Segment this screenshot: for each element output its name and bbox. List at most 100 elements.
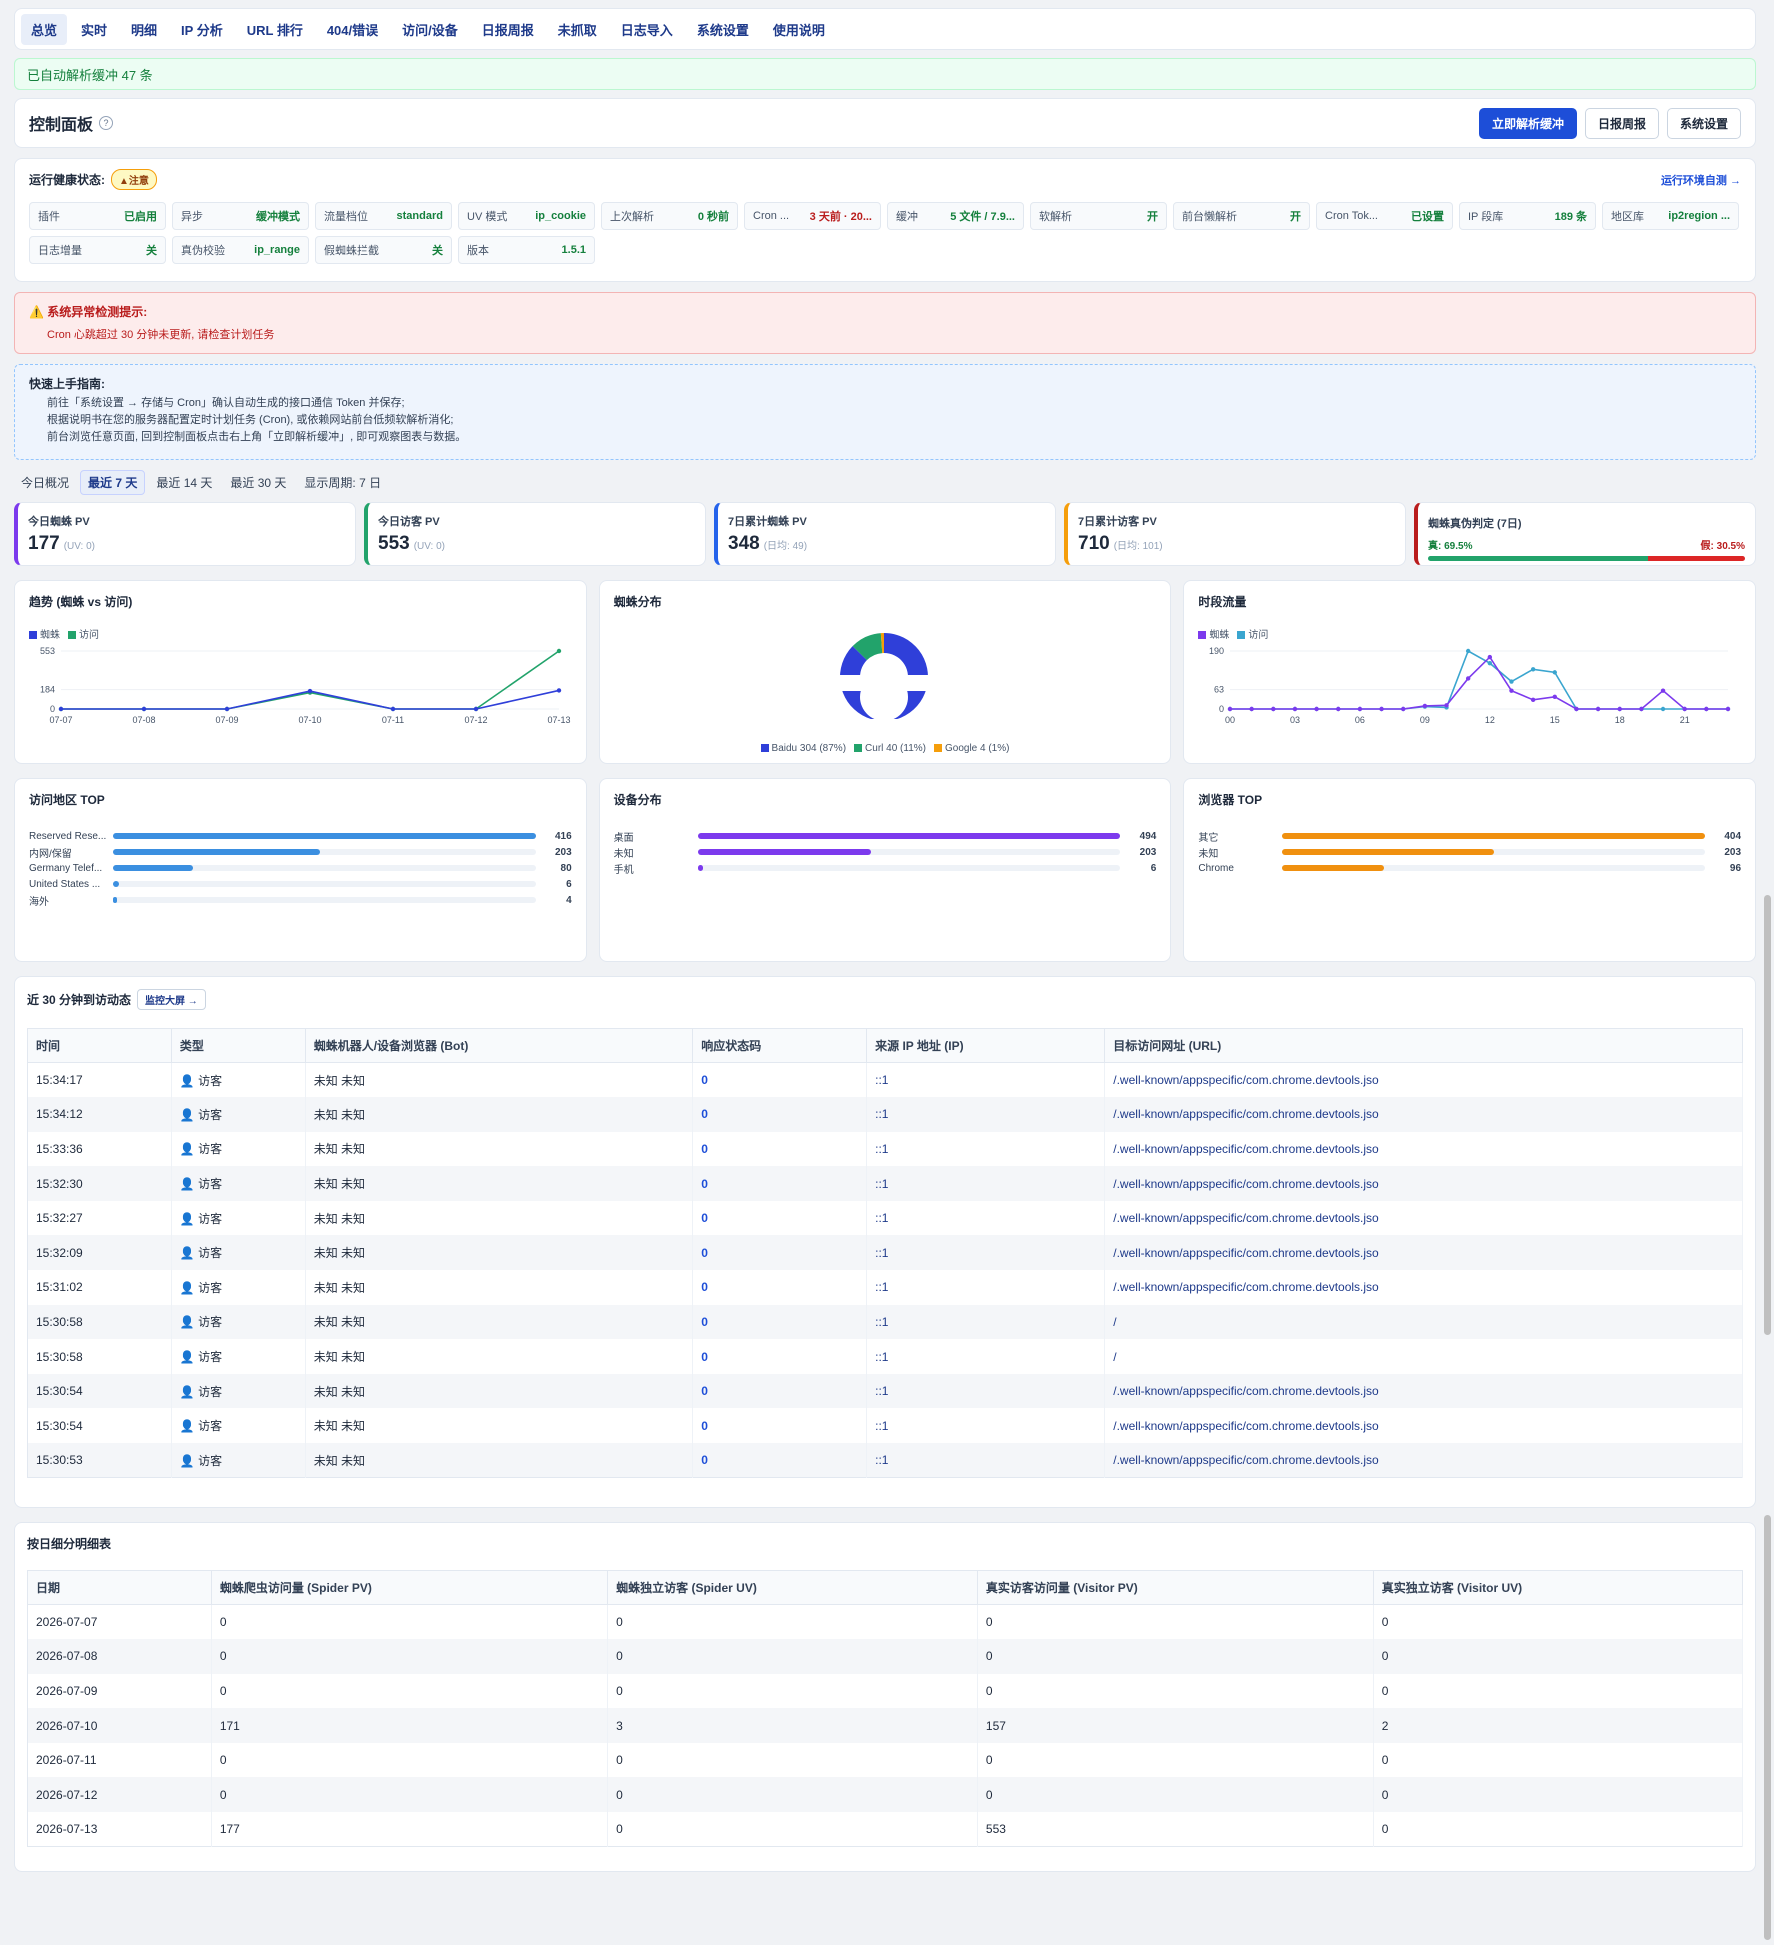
data-point[interactable]	[1531, 667, 1536, 672]
data-point[interactable]	[1358, 706, 1363, 712]
table-header[interactable]: 响应状态码	[692, 1028, 868, 1063]
data-point[interactable]	[1379, 706, 1385, 712]
recent-visits-table: 时间 类型 蜘蛛机器人/设备浏览器 (Bot) 响应状态码 来源 IP 地址 (IP) 目…	[27, 1028, 1743, 1479]
table-row[interactable]: 15:34:12 👤 访客 未知 未知 0::1/.well-known/appspe…	[27, 1097, 1743, 1132]
data-point[interactable]	[224, 706, 230, 712]
data-point[interactable]	[1617, 706, 1623, 712]
period-display: 显示周期: 7 日	[304, 475, 382, 490]
table-row[interactable]: 15:32:09 👤 访客 未知 未知 0::1/.well-known/appspe…	[27, 1235, 1743, 1271]
data-point[interactable]	[1639, 706, 1644, 712]
period-30d[interactable]: 最近 30 天	[223, 471, 293, 494]
data-point[interactable]	[307, 688, 313, 694]
table-row[interactable]: 2026-07-07 0 0 0 0	[27, 1604, 1744, 1640]
table-row[interactable]: 2026-07-09 0 0 0 0	[27, 1673, 1744, 1709]
data-point[interactable]	[141, 706, 147, 712]
data-point[interactable]	[1552, 694, 1558, 699]
table-row[interactable]: 15:30:54 👤 访客 未知 未知 0::1/.well-known/appspe…	[27, 1408, 1743, 1444]
data-point[interactable]	[1423, 703, 1428, 709]
nav-tab[interactable]: 日志导入	[611, 14, 683, 45]
trend-legend: 蜘蛛 访问	[29, 626, 572, 641]
data-point[interactable]	[1271, 706, 1276, 712]
nav-tab[interactable]: 访问/设备	[392, 14, 468, 45]
table-row[interactable]: 2026-07-12 0 0 0 0	[27, 1777, 1744, 1813]
data-point[interactable]	[1466, 676, 1471, 681]
data-point[interactable]	[1444, 703, 1450, 708]
data-point[interactable]	[1596, 706, 1601, 712]
data-point[interactable]	[1249, 706, 1255, 712]
nav-tab[interactable]: 404/错误	[317, 14, 388, 45]
table-row[interactable]: 2026-07-11 0 0 0 0	[27, 1742, 1744, 1778]
nav-tab[interactable]: 使用说明	[763, 14, 835, 45]
data-point[interactable]	[1682, 706, 1688, 712]
table-row[interactable]: 15:32:30 👤 访客 未知 未知 0::1/.well-known/appspe…	[27, 1166, 1743, 1201]
table-row[interactable]: 2026-07-10 171 3 157 2	[27, 1708, 1744, 1743]
table-header[interactable]: 来源 IP 地址 (IP)	[866, 1028, 1106, 1063]
data-point[interactable]	[1661, 706, 1666, 712]
env-self-test-link[interactable]: 运行环境自测 →	[1661, 172, 1741, 188]
table-cell: 2026-07-07	[27, 1604, 212, 1640]
nav-tab[interactable]: 日报周报	[472, 14, 544, 45]
reports-button[interactable]: 日报周报	[1584, 107, 1659, 139]
data-point[interactable]	[1336, 706, 1341, 712]
table-row[interactable]: 15:30:58 👤 访客 未知 未知 0::1/	[27, 1304, 1743, 1340]
table-row[interactable]: 15:30:54 👤 访客 未知 未知 0::1/.well-known/appspe…	[27, 1373, 1743, 1409]
table-row[interactable]: 15:34:17 👤 访客 未知 未知 0::1/.well-known/appspe…	[27, 1062, 1743, 1098]
table-row[interactable]: 15:32:27 👤 访客 未知 未知 0::1/.well-known/appspe…	[27, 1200, 1743, 1236]
data-point[interactable]	[1314, 706, 1320, 712]
nav-tab[interactable]: 明细	[121, 14, 167, 45]
data-point[interactable]	[1487, 661, 1493, 666]
data-point[interactable]	[1509, 679, 1515, 684]
table-row[interactable]: 2026-07-13 177 0 553 0	[27, 1812, 1744, 1847]
nav-tab[interactable]: 总览	[21, 13, 68, 45]
data-point[interactable]	[1531, 697, 1536, 703]
settings-button[interactable]: 系统设置	[1666, 107, 1741, 139]
data-point[interactable]	[58, 706, 64, 712]
data-point[interactable]	[1552, 670, 1558, 675]
nav-tab[interactable]: 未抓取	[548, 14, 607, 45]
nav-tab[interactable]: IP 分析	[171, 14, 233, 45]
data-point[interactable]	[1726, 706, 1731, 712]
data-point[interactable]	[473, 706, 479, 712]
help-icon[interactable]: ?	[99, 116, 114, 130]
table-row[interactable]: 15:30:53 👤 访客 未知 未知 0::1/.well-known/appspe…	[27, 1443, 1743, 1478]
data-point[interactable]	[1487, 654, 1493, 660]
nav-tab[interactable]: 实时	[71, 14, 117, 45]
nav-tab[interactable]: URL 排行	[237, 14, 313, 45]
table-row[interactable]: 2026-07-08 0 0 0 0	[27, 1639, 1744, 1674]
table-header[interactable]: 时间	[27, 1028, 172, 1063]
data-point[interactable]	[1466, 648, 1471, 654]
table-header[interactable]: 真实独立访客 (Visitor UV)	[1373, 1570, 1744, 1605]
monitor-screen-button[interactable]: 监控大屏 →	[137, 989, 206, 1010]
parse-buffer-button[interactable]: 立即解析缓冲	[1478, 107, 1577, 139]
table-header[interactable]: 日期	[27, 1570, 212, 1605]
data-point[interactable]	[1704, 706, 1709, 712]
table-header[interactable]: 真实访客访问量 (Visitor PV)	[977, 1570, 1374, 1605]
table-cell: 2	[1373, 1708, 1744, 1743]
page-scrollbar-upper[interactable]	[1764, 895, 1771, 1335]
table-row[interactable]: 15:30:58 👤 访客 未知 未知 0::1/	[27, 1339, 1743, 1374]
chip-key: 假蜘蛛拦截	[324, 245, 379, 257]
data-point[interactable]	[1509, 688, 1515, 693]
period-14d[interactable]: 最近 14 天	[149, 471, 219, 494]
table-row[interactable]: 15:31:02 👤 访客 未知 未知 0::1/.well-known/appspe…	[27, 1270, 1743, 1305]
table-header[interactable]: 蜘蛛机器人/设备浏览器 (Bot)	[305, 1028, 694, 1063]
bar-row: 手机 6	[614, 860, 1157, 876]
data-point[interactable]	[1661, 688, 1666, 693]
data-point[interactable]	[1574, 706, 1579, 712]
page-scrollbar-lower[interactable]	[1764, 1515, 1771, 1940]
table-header[interactable]: 目标访问网址 (URL)	[1104, 1028, 1743, 1063]
table-header[interactable]: 蜘蛛独立访客 (Spider UV)	[607, 1570, 978, 1605]
data-point[interactable]	[1293, 706, 1298, 712]
period-today[interactable]: 今日概况	[14, 471, 76, 494]
table-row[interactable]: 15:33:36 👤 访客 未知 未知 0::1/.well-known/appspe…	[27, 1131, 1743, 1167]
nav-tab[interactable]: 系统设置	[687, 14, 759, 45]
table-header[interactable]: 蜘蛛爬虫访问量 (Spider PV)	[211, 1570, 609, 1605]
data-point[interactable]	[556, 648, 562, 654]
table-header[interactable]: 类型	[171, 1028, 306, 1063]
data-point[interactable]	[390, 706, 396, 712]
period-7d[interactable]: 最近 7 天	[80, 469, 146, 495]
chip-value: 已启用	[124, 211, 157, 223]
data-point[interactable]	[1228, 706, 1233, 712]
data-point[interactable]	[556, 688, 562, 693]
data-point[interactable]	[1401, 706, 1406, 712]
